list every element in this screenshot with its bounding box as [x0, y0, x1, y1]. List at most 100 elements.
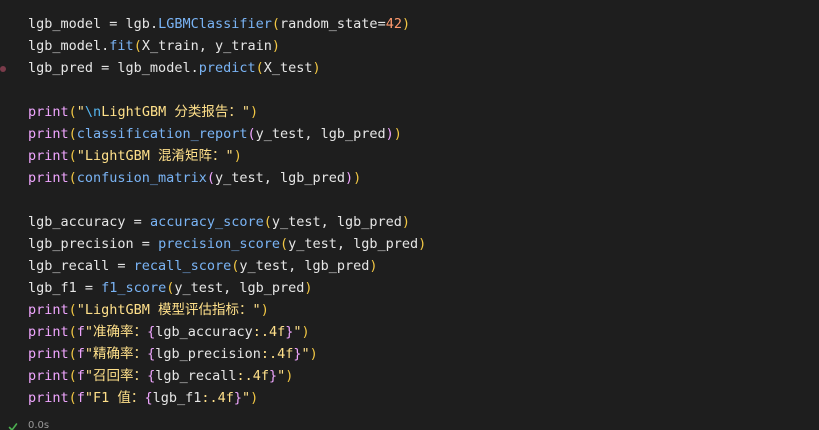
- code-token: f: [76, 346, 85, 362]
- code-line[interactable]: lgb_recall = recall_score(y_test, lgb_pr…: [28, 255, 426, 277]
- code-token: ): [271, 38, 281, 54]
- code-token: {: [147, 346, 156, 362]
- code-token: y_test, lgb_pred: [271, 214, 402, 230]
- code-line[interactable]: lgb_model = lgb.LGBMClassifier(random_st…: [28, 13, 426, 35]
- code-token: ": [242, 390, 251, 406]
- code-line[interactable]: print(confusion_matrix(y_test, lgb_pred)…: [28, 167, 426, 189]
- code-token: ): [250, 390, 259, 406]
- code-token: ): [249, 104, 259, 120]
- code-token: (: [68, 346, 77, 362]
- code-token: ): [401, 214, 411, 230]
- code-token: lgb_recall: [28, 258, 110, 274]
- code-token: ": [293, 324, 302, 340]
- code-line[interactable]: lgb_f1 = f1_score(y_test, lgb_pred): [28, 277, 426, 299]
- code-token: =: [133, 236, 159, 252]
- code-token: ): [301, 324, 310, 340]
- code-token: }: [269, 368, 278, 384]
- code-token: print: [28, 126, 69, 142]
- code-token: print: [28, 148, 69, 164]
- code-line[interactable]: print("LightGBM 混淆矩阵："): [28, 145, 426, 167]
- code-token: :.4f: [201, 390, 234, 406]
- code-line[interactable]: print(f"精确率：{lgb_precision:.4f}"): [28, 343, 426, 365]
- code-token: lgb_recall: [155, 368, 237, 384]
- code-token: lgb_model: [28, 38, 102, 54]
- code-token: "LightGBM 混淆矩阵：": [76, 148, 234, 164]
- code-token: =: [109, 258, 134, 274]
- code-token: ): [304, 280, 313, 296]
- code-token: (: [271, 16, 281, 32]
- code-token: lgb_f1: [28, 280, 77, 296]
- code-token: (: [68, 324, 77, 340]
- code-line[interactable]: lgb_precision = precision_score(y_test, …: [28, 233, 426, 255]
- code-token: y_test, lgb_pred: [255, 126, 386, 142]
- code-token: print: [28, 302, 69, 318]
- code-token: :.4f: [252, 324, 286, 340]
- code-line[interactable]: print(f"F1 值：{lgb_f1:.4f}"): [28, 387, 426, 409]
- code-token: LGBMClassifier: [158, 16, 272, 32]
- code-token: predict: [198, 60, 256, 76]
- code-token: ): [312, 60, 321, 76]
- code-token: (: [68, 126, 77, 142]
- code-token: =: [101, 16, 126, 32]
- code-token: print: [28, 390, 69, 406]
- code-token: random_state: [280, 16, 378, 32]
- code-token: (: [279, 236, 289, 252]
- code-token: ): [369, 258, 378, 274]
- code-line[interactable]: lgb_pred = lgb_model.predict(X_test): [28, 57, 426, 79]
- code-token: (: [247, 126, 256, 142]
- code-token: "召回率：: [84, 368, 148, 384]
- code-line[interactable]: print(f"召回率：{lgb_recall:.4f}"): [28, 365, 426, 387]
- code-token: lgb_precision: [155, 346, 261, 362]
- code-token: {: [147, 324, 156, 340]
- code-token: }: [233, 390, 243, 406]
- code-token: (: [133, 38, 142, 54]
- code-token: lgb_precision: [28, 236, 134, 252]
- code-token: ": [301, 346, 310, 362]
- execution-time: 0.0s: [28, 419, 50, 430]
- code-token: {: [147, 368, 156, 384]
- code-token: :.4f: [236, 368, 269, 384]
- code-token: \n: [84, 104, 102, 120]
- code-line[interactable]: [28, 79, 426, 101]
- code-token: =: [93, 60, 118, 76]
- code-token: lgb_accuracy: [28, 214, 126, 230]
- code-token: lgb_f1: [152, 390, 202, 406]
- code-token: =: [125, 214, 150, 230]
- code-line[interactable]: print("LightGBM 模型评估指标："): [28, 299, 426, 321]
- code-line[interactable]: lgb_model.fit(X_train, y_train): [28, 35, 426, 57]
- code-token: "准确率：: [84, 324, 148, 340]
- code-line[interactable]: lgb_accuracy = accuracy_score(y_test, lg…: [28, 211, 426, 233]
- code-token: (: [255, 60, 264, 76]
- check-icon: [8, 423, 18, 430]
- code-token: ): [285, 368, 294, 384]
- code-token: ): [309, 346, 318, 362]
- code-token: ": [76, 104, 85, 120]
- code-token: }: [293, 346, 302, 362]
- code-token: "精确率：: [84, 346, 148, 362]
- code-token: accuracy_score: [149, 214, 264, 230]
- code-token: y_test, lgb_pred: [214, 170, 346, 186]
- code-token: print: [28, 368, 69, 384]
- code-token: "LightGBM 模型评估指标：": [76, 302, 261, 318]
- code-token: X_test: [263, 60, 313, 76]
- code-token: ): [233, 148, 242, 164]
- code-token: lgb_pred: [28, 60, 94, 76]
- code-token: ): [401, 16, 411, 32]
- code-token: f: [76, 324, 85, 340]
- code-token: {: [144, 390, 153, 406]
- code-token: print: [28, 170, 69, 186]
- code-block[interactable]: lgb_model = lgb.LGBMClassifier(random_st…: [28, 13, 426, 409]
- code-line[interactable]: print(classification_report(y_test, lgb_…: [28, 123, 426, 145]
- cell-status-bar: 0.0s: [8, 418, 49, 430]
- code-token: recall_score: [133, 258, 232, 274]
- breakpoint-dot[interactable]: [0, 66, 6, 72]
- code-token: 42: [385, 16, 402, 32]
- code-line[interactable]: [28, 189, 426, 211]
- code-token: f1_score: [101, 280, 167, 296]
- code-token: confusion_matrix: [76, 170, 207, 186]
- code-token: (: [68, 170, 77, 186]
- code-token: ): [385, 126, 394, 142]
- code-line[interactable]: print("\nLightGBM 分类报告："): [28, 101, 426, 123]
- code-editor[interactable]: lgb_model = lgb.LGBMClassifier(random_st…: [0, 0, 819, 430]
- code-line[interactable]: print(f"准确率：{lgb_accuracy:.4f}"): [28, 321, 426, 343]
